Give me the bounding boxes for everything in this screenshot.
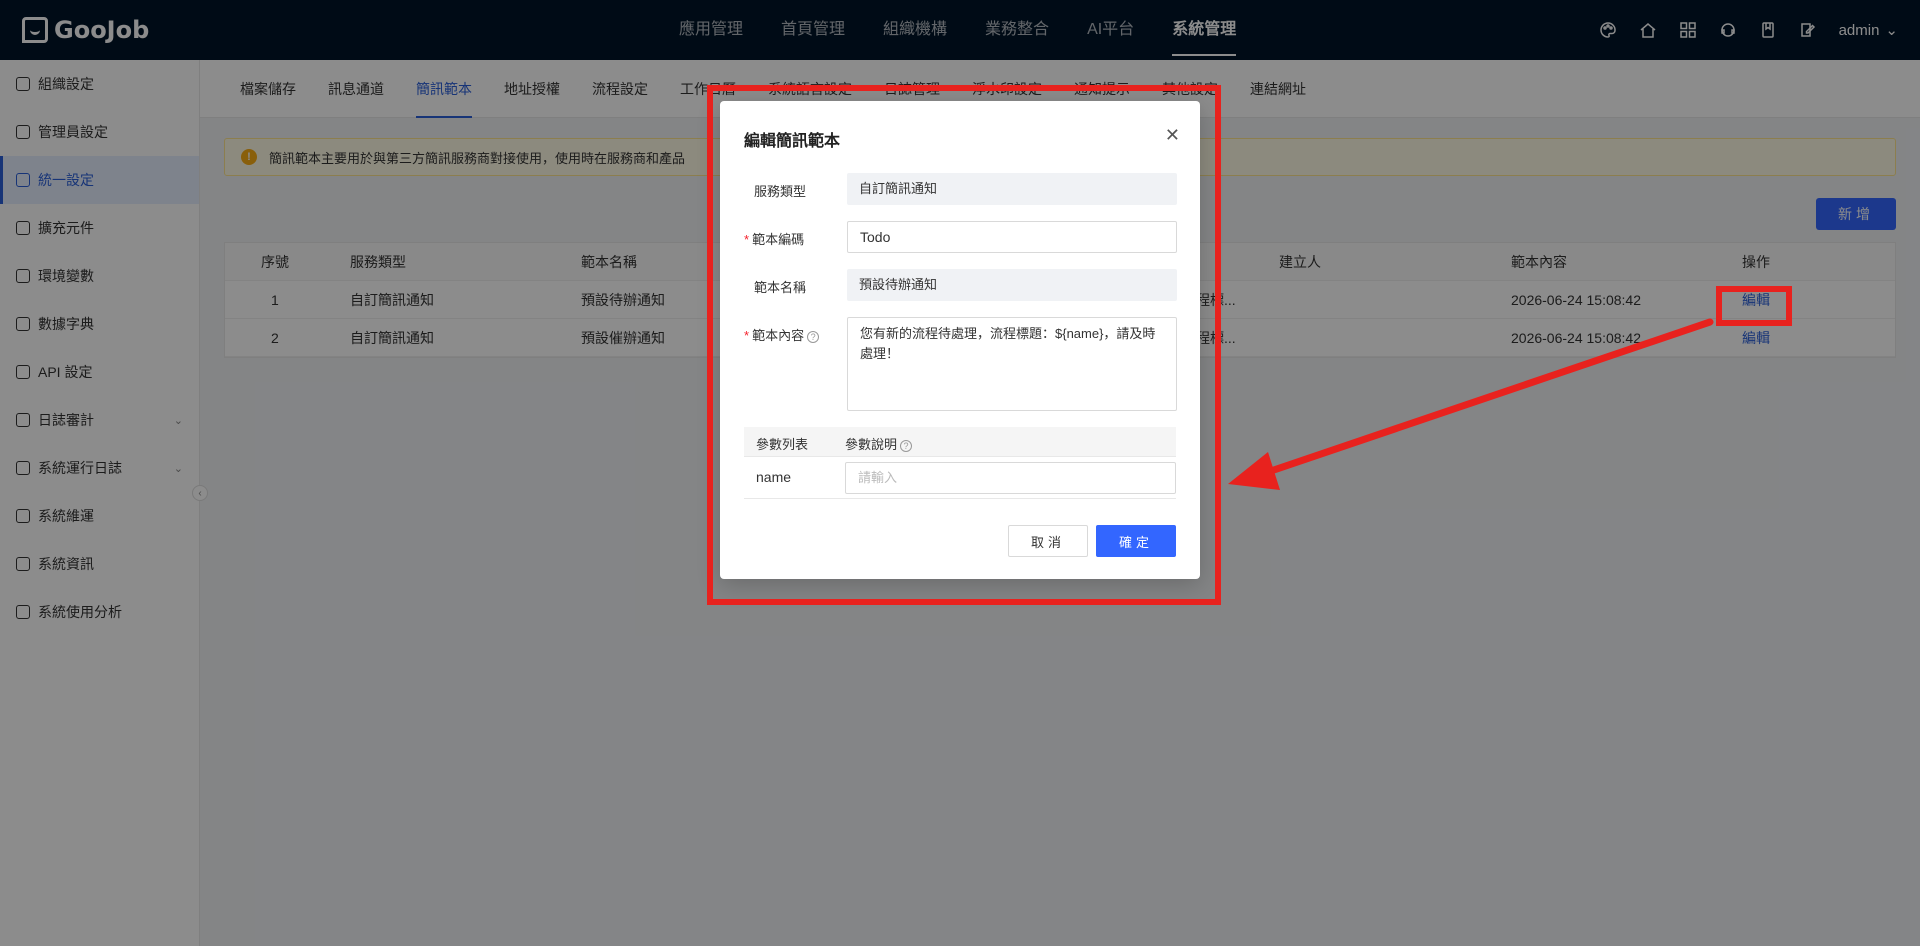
annotation-box-edit-link (1716, 286, 1792, 326)
annotation-box-dialog (707, 85, 1221, 605)
